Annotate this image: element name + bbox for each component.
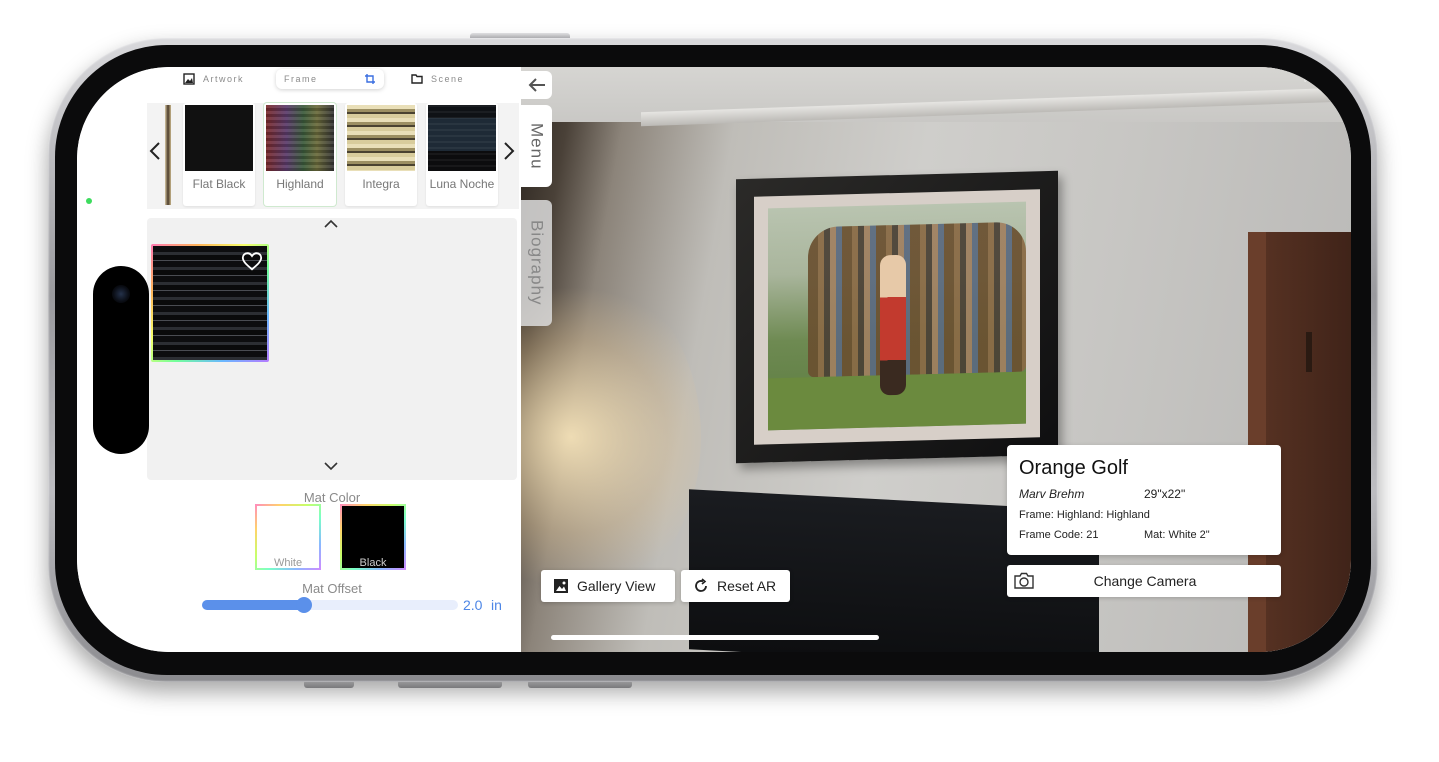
frame-option-label: Flat Black (192, 177, 246, 191)
artwork-frame: Frame: Highland: Highland (1019, 509, 1150, 521)
slider-thumb[interactable] (296, 597, 313, 613)
favorites-scroll-down-button[interactable] (323, 458, 339, 476)
tab-artwork[interactable]: Artwork (183, 69, 244, 89)
ar-painting (768, 201, 1026, 431)
tab-scene-label: Scene (431, 74, 465, 84)
mat-offset-label: Mat Offset (302, 581, 362, 596)
mat-color-name: Black (359, 557, 387, 569)
frame-option-partial (165, 105, 171, 205)
painting-golfer (880, 254, 906, 396)
artwork-frame-code: Frame Code: 21 (1019, 529, 1099, 541)
door-hinge (1306, 332, 1312, 372)
version-label: v3.4.4 (1303, 73, 1333, 85)
crop-icon (365, 74, 375, 84)
tab-frame-label: Frame (284, 74, 318, 84)
mat-swatch-fill: Black (342, 506, 404, 569)
painting-crowd (808, 221, 1026, 378)
favorites-list (147, 218, 517, 480)
camera-icon (1014, 572, 1034, 589)
gallery-view-label: Gallery View (577, 578, 656, 594)
mat-color-white[interactable]: White (255, 504, 321, 570)
artwork-info-card: Orange Golf Marv Brehm 29"x22" Frame: Hi… (1007, 445, 1281, 555)
folder-icon (411, 74, 423, 84)
mat-color-name: White (273, 557, 303, 569)
frame-option-luna-noche[interactable]: Luna Noche (426, 103, 498, 206)
refresh-icon (695, 578, 707, 592)
mat-offset-unit: in (491, 597, 502, 613)
biography-tab[interactable]: Biography (521, 200, 552, 326)
change-camera-label: Change Camera (1093, 573, 1197, 589)
screen: Artwork Frame Scene Flat Black Highland … (77, 67, 1351, 652)
tab-bar: Artwork Frame Scene (177, 67, 517, 91)
chevron-up-icon (324, 219, 338, 228)
change-camera-button[interactable]: Change Camera (1007, 565, 1281, 597)
reset-ar-button[interactable]: Reset AR (681, 570, 790, 602)
heart-icon[interactable] (241, 250, 263, 272)
tab-scene[interactable]: Scene (411, 69, 464, 89)
artwork-artist: Marv Brehm (1019, 487, 1085, 501)
slider-fill (202, 600, 305, 610)
chevron-down-icon (324, 462, 338, 471)
artwork-size: 29"x22" (1144, 487, 1186, 501)
mat-offset-value: 2.0 (463, 597, 483, 613)
frame-option-label: Integra (362, 177, 400, 191)
image-icon (183, 73, 195, 85)
frame-option-flat-black[interactable]: Flat Black (183, 103, 255, 206)
carousel-next-button[interactable] (503, 141, 515, 167)
frame-swatch (266, 105, 334, 171)
artwork-mat: Mat: White 2" (1144, 529, 1210, 541)
frame-option-label: Highland (276, 177, 324, 191)
arrow-left-icon (528, 78, 545, 92)
frame-option-highland[interactable]: Highland (264, 103, 336, 206)
reset-ar-label: Reset AR (717, 578, 777, 594)
mat-offset-slider[interactable] (202, 597, 458, 613)
gallery-icon (554, 579, 568, 593)
front-camera (112, 285, 130, 303)
home-indicator (551, 635, 879, 640)
favorite-frame-tile[interactable] (151, 244, 269, 362)
frame-option-label: Luna Noche (429, 177, 495, 191)
menu-tab[interactable]: Menu (521, 105, 552, 187)
camera-indicator-dot (86, 198, 92, 204)
chevron-right-icon (504, 142, 515, 160)
chevron-left-icon (149, 142, 160, 160)
frame-carousel: Flat Black Highland Integra Luna Noche (147, 103, 519, 209)
frame-swatch (428, 105, 496, 171)
artwork-title: Orange Golf (1019, 457, 1128, 479)
ar-camera-view[interactable]: v3.4.4 Menu Biography Orange Golf Marv B… (521, 67, 1351, 652)
frame-swatch (347, 105, 415, 171)
ar-framed-artwork[interactable] (736, 170, 1058, 464)
back-button[interactable] (521, 71, 552, 99)
frame-option-integra[interactable]: Integra (345, 103, 417, 206)
dynamic-island (93, 266, 149, 454)
carousel-prev-button[interactable] (149, 141, 161, 167)
favorite-frame-swatch (153, 246, 267, 360)
mat-color-black[interactable]: Black (340, 504, 406, 570)
frame-swatch (185, 105, 253, 171)
ar-mat (754, 189, 1040, 445)
tab-frame[interactable]: Frame (276, 69, 384, 89)
mat-color-label: Mat Color (303, 490, 361, 505)
mat-swatch-fill: White (257, 506, 319, 569)
favorites-scroll-up-button[interactable] (323, 216, 339, 234)
side-tabs: Menu Biography (521, 67, 553, 327)
gallery-view-button[interactable]: Gallery View (541, 570, 675, 602)
tab-artwork-label: Artwork (203, 74, 245, 84)
